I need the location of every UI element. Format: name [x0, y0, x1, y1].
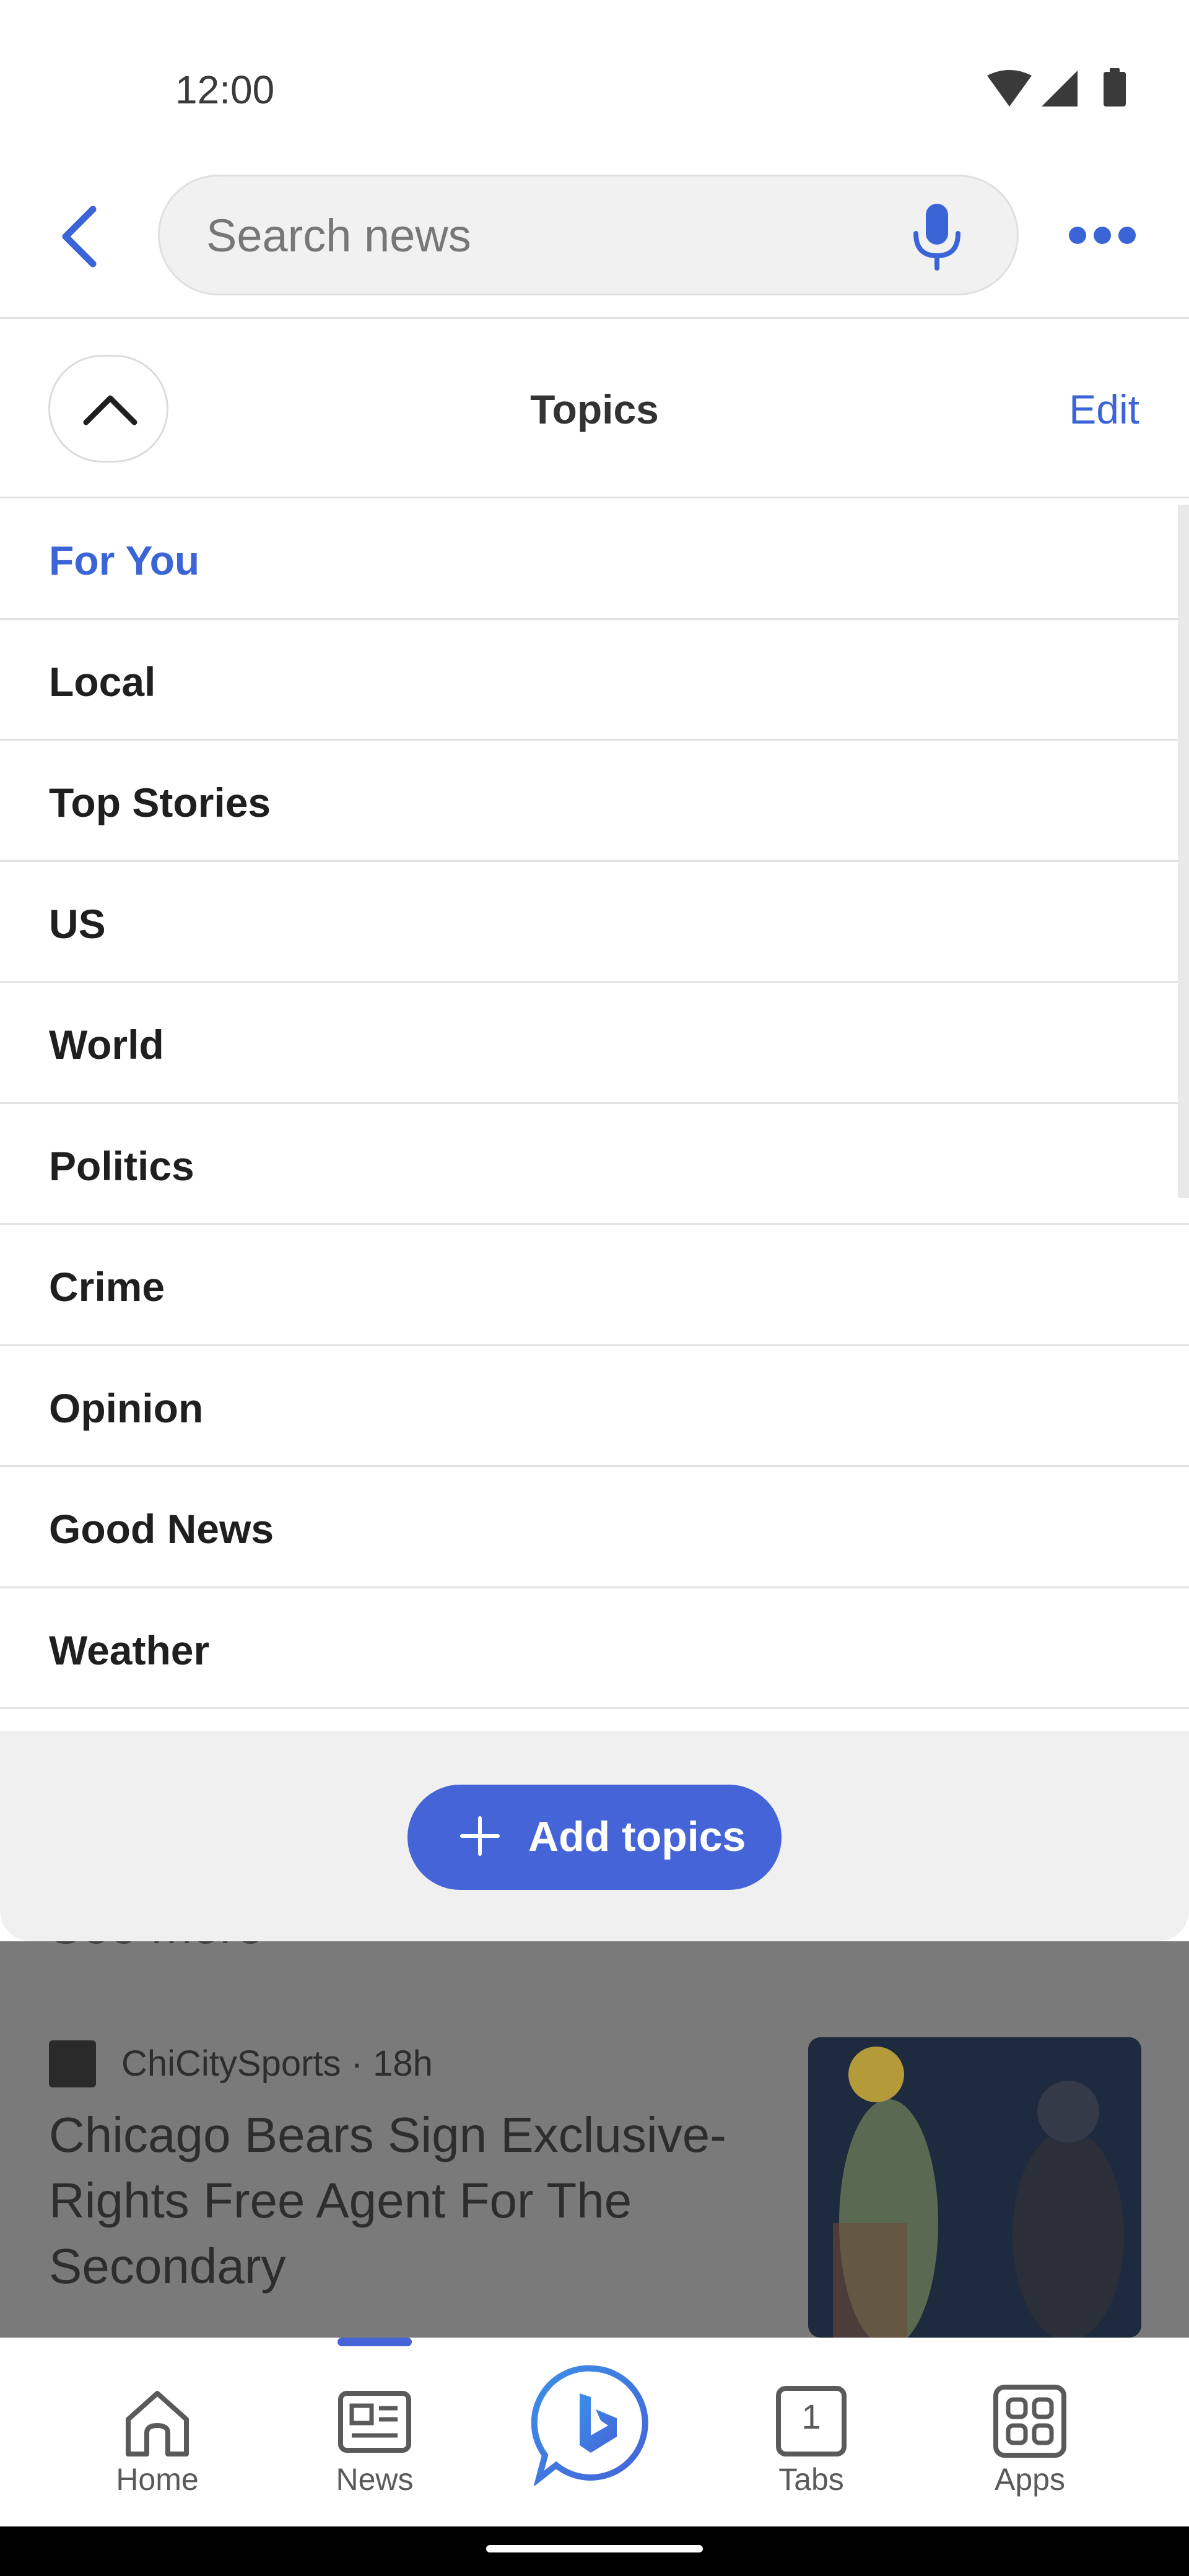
topic-label: Crime [49, 1264, 165, 1310]
nav-home-label: Home [116, 2462, 199, 2497]
topics-panel: Topics Edit For You Local Top Stories US… [0, 319, 1189, 1941]
nav-news[interactable]: News [294, 2338, 455, 2526]
back-button[interactable] [50, 198, 105, 272]
plus-icon [460, 1816, 500, 1856]
topic-label: Weather [49, 1627, 210, 1673]
tabs-count: 1 [801, 2397, 821, 2436]
search-input[interactable] [206, 176, 887, 294]
topic-label: Politics [49, 1142, 194, 1189]
topic-label: Local [49, 658, 156, 705]
topic-item-world[interactable]: World [0, 983, 1189, 1104]
chevron-left-icon [62, 206, 97, 268]
search-header [0, 161, 1189, 319]
article-thumbnail[interactable] [808, 2037, 1141, 2338]
status-bar: 12:00 [0, 0, 1189, 161]
topic-item-top-stories[interactable]: Top Stories [0, 741, 1189, 862]
more-options-button[interactable] [1065, 220, 1139, 251]
topic-item-for-you[interactable]: For You [0, 498, 1189, 620]
nav-home[interactable]: Home [77, 2338, 238, 2526]
topic-label: Top Stories [49, 780, 271, 825]
topic-label: World [49, 1022, 164, 1068]
home-gesture-pill[interactable] [486, 2545, 703, 2552]
bing-chat-button[interactable] [531, 2362, 655, 2487]
cellular-signal-icon [1042, 71, 1078, 107]
add-topics-label: Add topics [528, 1813, 746, 1860]
search-box[interactable] [158, 175, 1019, 295]
article-source: ChiCitySports · 18h [121, 2043, 433, 2084]
topic-item-politics[interactable]: Politics [0, 1104, 1189, 1225]
news-feed: See more ChiCitySports · 18h Chicago Bea… [0, 1941, 1189, 2338]
topic-label: For You [49, 537, 200, 583]
add-topics-area: Add topics [0, 1731, 1189, 1941]
source-logo [49, 2040, 96, 2087]
topic-item-opinion[interactable]: Opinion [0, 1346, 1189, 1467]
home-icon [126, 2391, 189, 2456]
topics-scrollbar[interactable] [1178, 505, 1189, 1198]
system-navigation-bar [0, 2526, 1189, 2576]
topic-item-us[interactable]: US [0, 862, 1189, 983]
status-time: 12:00 [175, 67, 275, 112]
article-title[interactable]: Chicago Bears Sign Exclusive-Rights Free… [49, 2102, 761, 2299]
topic-label: US [49, 900, 106, 947]
topics-header: Topics Edit [0, 319, 1189, 498]
nav-apps-label: Apps [995, 2462, 1065, 2497]
microphone-icon [913, 204, 960, 271]
status-icons [985, 68, 1133, 111]
more-horizontal-icon [1069, 227, 1136, 244]
nav-news-label: News [336, 2462, 414, 2497]
article-card[interactable]: ChiCitySports · 18h Chicago Bears Sign E… [0, 2037, 1189, 2338]
topic-label: Good News [49, 1506, 274, 1552]
voice-search-button[interactable] [906, 202, 968, 271]
apps-grid-icon [993, 2385, 1066, 2458]
topics-title: Topics [530, 386, 659, 432]
nav-tabs[interactable]: 1 Tabs [731, 2338, 892, 2526]
topic-item-good-news[interactable]: Good News [0, 1467, 1189, 1588]
nav-apps[interactable]: Apps [949, 2338, 1110, 2526]
bottom-navigation: Home News 1 Tabs Apps [0, 2338, 1189, 2526]
topics-list: For You Local Top Stories US World Polit… [0, 498, 1189, 1709]
topic-item-crime[interactable]: Crime [0, 1225, 1189, 1346]
bing-chat-icon [531, 2365, 648, 2487]
edit-topics-link[interactable]: Edit [1069, 386, 1139, 433]
battery-icon [1104, 68, 1126, 107]
see-more-link[interactable]: See more [49, 1941, 264, 1955]
newspaper-icon [338, 2391, 411, 2453]
nav-tabs-label: Tabs [778, 2462, 844, 2497]
wifi-icon [987, 70, 1032, 107]
topic-label: Opinion [49, 1385, 204, 1431]
topic-item-weather[interactable]: Weather [0, 1588, 1189, 1709]
topic-item-local[interactable]: Local [0, 620, 1189, 741]
add-topics-button[interactable]: Add topics [407, 1785, 782, 1890]
